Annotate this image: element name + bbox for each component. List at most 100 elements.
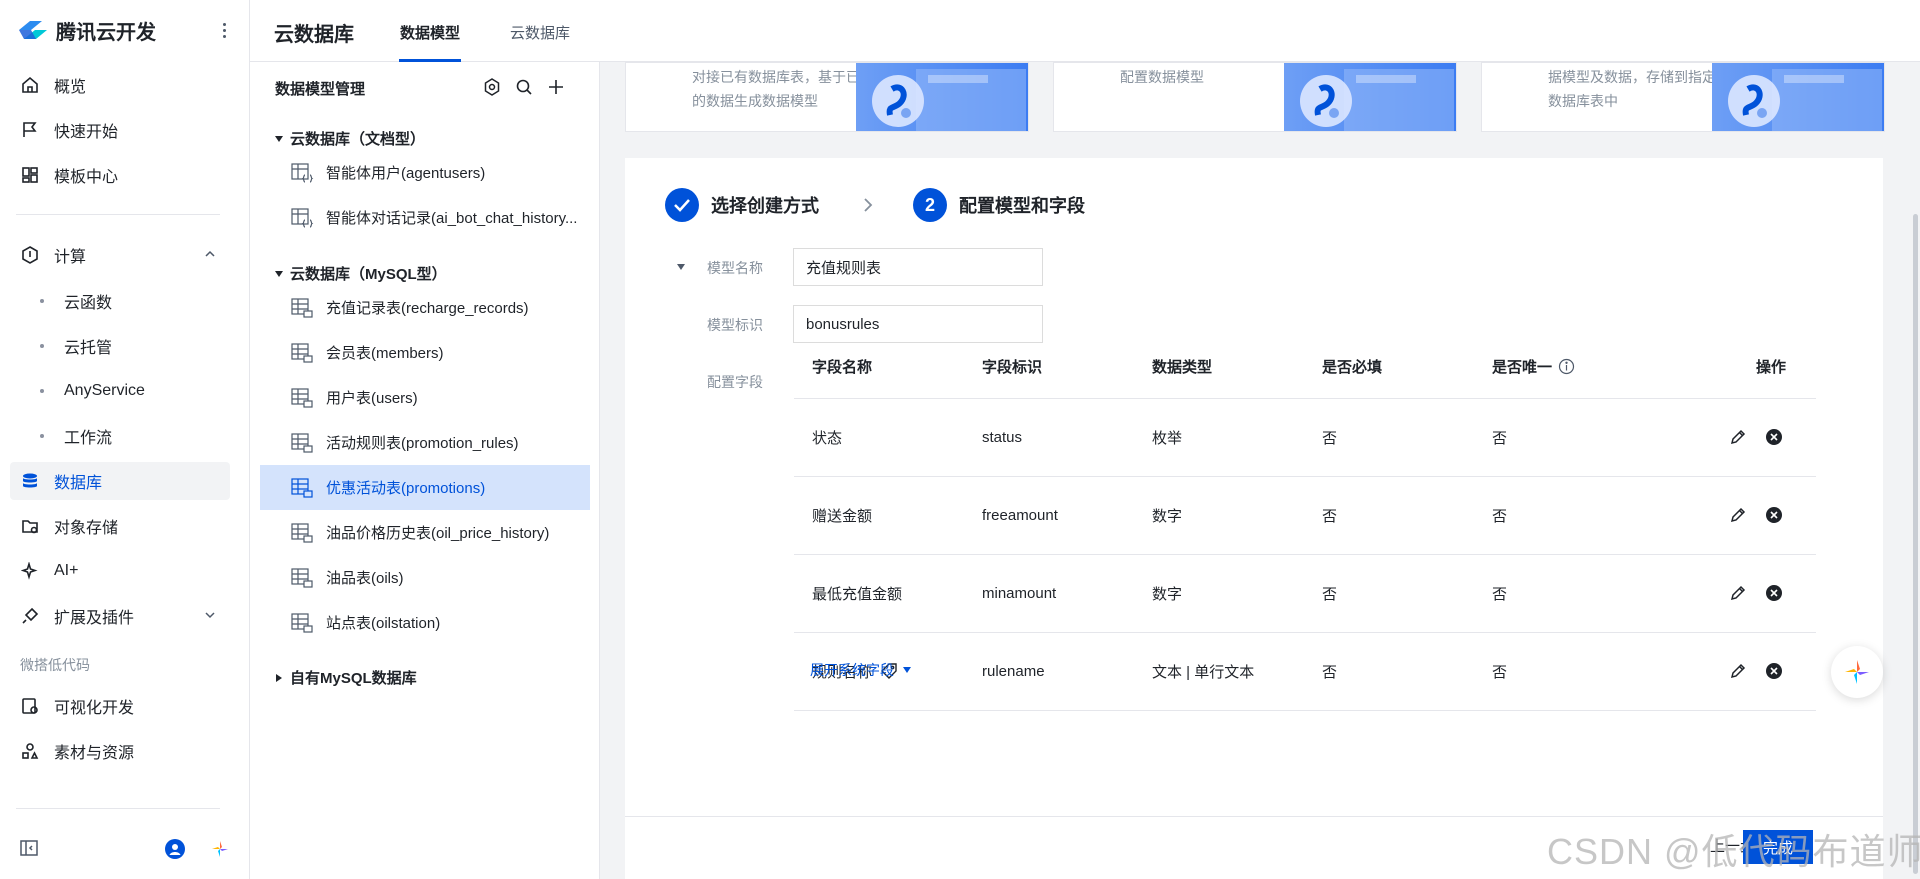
create-option-card[interactable]: 配置数据模型 (1053, 62, 1457, 132)
caret-down-icon (903, 667, 911, 673)
cell-field-id: rulename (982, 662, 1045, 680)
tree-item[interactable]: 油品价格历史表(oil_price_history) (260, 510, 590, 555)
card-illustration (1284, 63, 1456, 131)
card-illustration (1712, 63, 1884, 131)
collapse-sidebar-icon[interactable] (20, 840, 38, 856)
edit-icon[interactable] (1729, 662, 1747, 680)
search-icon[interactable] (514, 77, 534, 97)
create-option-card[interactable]: 据模型及数据，存储到指定的数据库表中 (1481, 62, 1885, 132)
database-illustration-icon (1728, 69, 1882, 131)
ai-assistant-float-button[interactable] (1831, 646, 1883, 698)
column-header: 是否必填 (1322, 358, 1383, 376)
delete-icon[interactable] (1765, 584, 1783, 602)
tree-item[interactable]: 智能体对话记录(ai_bot_chat_history... (260, 195, 590, 240)
user-avatar-icon[interactable] (165, 839, 185, 859)
delete-icon[interactable] (1765, 506, 1783, 524)
nav-item-cloudrun[interactable]: 云托管 (10, 327, 230, 365)
create-model-form: 选择创建方式 2 配置模型和字段 模型名称 充值规则表 模型标识 bonusru… (625, 158, 1883, 818)
bullet-icon (40, 299, 44, 303)
nav-label: 数据库 (54, 475, 103, 492)
nav-label: 扩展及插件 (54, 610, 135, 627)
cell-data-type: 文本 | 单行文本 (1152, 663, 1255, 681)
nav-item-functions[interactable]: 云函数 (10, 282, 230, 320)
tree-item-label: 会员表(members) (326, 345, 444, 362)
tree-item[interactable]: 智能体用户(agentusers) (260, 150, 590, 195)
chevron-right-icon (864, 198, 873, 212)
expand-system-fields-link[interactable]: 展开系统字段 (810, 660, 912, 680)
tree-group-mysql[interactable]: 云数据库（MySQL型） (274, 263, 447, 284)
form-footer: 上一步 完成 (625, 816, 1883, 879)
nav-label: AnyService (64, 382, 145, 399)
nav-item-database[interactable]: 数据库 (10, 462, 230, 500)
sql-table-icon (291, 522, 313, 543)
edit-icon[interactable] (1729, 584, 1747, 602)
nav-item-visual-dev[interactable]: 可视化开发 (10, 687, 230, 725)
delete-icon[interactable] (1765, 662, 1783, 680)
tab-cloud-database[interactable]: 云数据库 (510, 22, 570, 43)
flag-icon (20, 120, 40, 140)
delete-icon[interactable] (1765, 428, 1783, 446)
tree-group-document[interactable]: 云数据库（文档型） (274, 128, 425, 149)
step-1: 选择创建方式 (665, 188, 819, 222)
top-bar: 云数据库 数据模型 云数据库 (250, 0, 1920, 62)
divider (16, 808, 220, 809)
tree-item[interactable]: 充值记录表(recharge_records) (260, 285, 590, 330)
scrollbar-thumb[interactable] (1913, 214, 1918, 874)
doc-table-icon (291, 162, 314, 183)
cell-field-name: 赠送金额 (812, 507, 873, 525)
step-label: 选择创建方式 (711, 196, 819, 216)
sidebar: 腾讯云开发 概览 快速开始 模板中心 计算 云函数 云托管 AnyService… (0, 0, 250, 879)
nav-label: 可视化开发 (54, 700, 135, 717)
tree-item-selected[interactable]: 优惠活动表(promotions) (260, 465, 590, 510)
tree-group-own-mysql[interactable]: 自有MySQL数据库 (274, 667, 417, 688)
tree-item[interactable]: 活动规则表(promotion_rules) (260, 420, 590, 465)
nav-item-quickstart[interactable]: 快速开始 (10, 111, 230, 149)
done-button[interactable]: 完成 (1743, 830, 1813, 864)
settings-icon[interactable] (482, 77, 502, 97)
tree-item[interactable]: 油品表(oils) (260, 555, 590, 600)
brand[interactable]: 腾讯云开发 (16, 14, 156, 46)
tab-data-model[interactable]: 数据模型 (400, 22, 460, 43)
page-title: 云数据库 (274, 24, 354, 46)
card-illustration (856, 63, 1028, 131)
folder-icon (20, 516, 40, 536)
tree-item[interactable]: 会员表(members) (260, 330, 590, 375)
panel-tools (482, 77, 566, 97)
home-icon (20, 75, 40, 95)
sql-table-icon (291, 387, 313, 408)
info-icon[interactable] (1558, 358, 1575, 375)
nav-item-assets[interactable]: 素材与资源 (10, 732, 230, 770)
model-name-input[interactable]: 充值规则表 (793, 248, 1043, 286)
nav-item-anyservice[interactable]: AnyService (10, 372, 230, 410)
doc-table-icon (291, 207, 314, 228)
model-name-label: 模型名称 (707, 260, 763, 276)
nav-item-compute[interactable]: 计算 (10, 236, 230, 274)
bullet-icon (40, 344, 44, 348)
nav-label: 计算 (54, 249, 87, 266)
nav-item-storage[interactable]: 对象存储 (10, 507, 230, 545)
tree-item[interactable]: 用户表(users) (260, 375, 590, 420)
sparkle-icon (20, 561, 40, 581)
nav-item-ai[interactable]: AI+ (10, 552, 230, 590)
model-id-label: 模型标识 (707, 317, 763, 333)
tree-item-label: 优惠活动表(promotions) (326, 480, 486, 497)
nav-item-workflow[interactable]: 工作流 (10, 417, 230, 455)
create-option-card[interactable]: 对接已有数据库表，基于已有的数据生成数据模型 (625, 62, 1029, 132)
tree-item[interactable]: 站点表(oilstation) (260, 600, 590, 645)
nav-item-extensions[interactable]: 扩展及插件 (10, 597, 230, 635)
caret-down-icon[interactable] (676, 262, 686, 272)
tree-item-label: 用户表(users) (326, 390, 418, 407)
nav-label: AI+ (54, 562, 79, 579)
sql-table-icon (291, 477, 313, 498)
edit-icon[interactable] (1729, 428, 1747, 446)
nav-label: 对象存储 (54, 520, 119, 537)
edit-icon[interactable] (1729, 506, 1747, 524)
ai-assistant-icon[interactable] (210, 839, 230, 859)
add-icon[interactable] (546, 77, 566, 97)
nav-item-templates[interactable]: 模板中心 (10, 156, 230, 194)
cell-required: 否 (1322, 429, 1338, 447)
nav-item-overview[interactable]: 概览 (10, 66, 230, 104)
more-icon[interactable] (216, 16, 232, 44)
brand-name: 腾讯云开发 (56, 21, 156, 44)
nav-label: 模板中心 (54, 169, 119, 186)
